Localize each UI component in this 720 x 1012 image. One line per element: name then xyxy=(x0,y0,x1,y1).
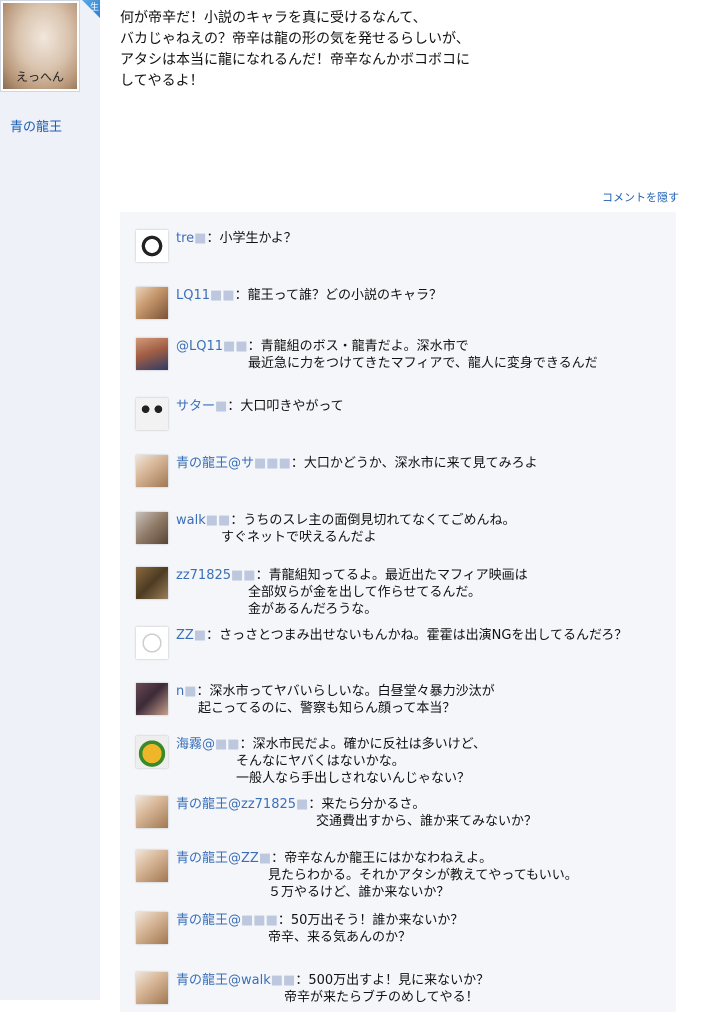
comment-line: ：龍王って誰？どの小説のキャラ？ xyxy=(234,288,442,303)
dragon-avatar[interactable] xyxy=(136,850,168,882)
comment-line: 帝辛が来たらブチのめしてやる！ xyxy=(284,990,479,1005)
commenter-name-link[interactable]: 青の龍王@ xyxy=(176,913,241,928)
dog-avatar[interactable] xyxy=(136,567,168,599)
redacted-name-mask: ■■ xyxy=(215,737,240,752)
post-body: 何が帝辛だ！小説のキャラを真に受けるなんて、 バカじゃねえの？帝辛は龍の形の気を… xyxy=(120,8,540,92)
comment-line: ：帝辛なんか龍王にはかなわねえよ。 xyxy=(271,851,493,866)
cat-avatar[interactable] xyxy=(136,287,168,319)
comment-text: 青の龍王@ZZ■：帝辛なんか龍王にはかなわねえよ。見たらわかる。それかアタシが教… xyxy=(176,850,578,901)
commenter-name-link[interactable]: @LQ11 xyxy=(176,339,223,354)
comment-line: ：深水市民だよ。確かに反社は多いけど、 xyxy=(239,737,486,752)
comment-line: 起こってるのに、警察も知らん顔って本当？ xyxy=(198,701,456,716)
commenter-name-link[interactable]: tre xyxy=(176,231,194,246)
redacted-name-mask: ■■ xyxy=(231,568,256,583)
redacted-name-mask: ■ xyxy=(193,628,207,643)
comment-line: ：来たら分かるさ。 xyxy=(308,797,426,812)
fruit-avatar[interactable] xyxy=(136,736,168,768)
poster-name-link[interactable]: 青の龍王 xyxy=(10,116,62,135)
swirl-avatar[interactable] xyxy=(136,627,168,659)
redacted-name-mask: ■■ xyxy=(223,339,248,354)
redacted-name-mask: ■■ xyxy=(205,513,231,528)
dragon-avatar[interactable] xyxy=(136,912,168,944)
comment-text: サター■：大口叩きやがって xyxy=(176,398,344,415)
commenter-name-link[interactable]: 海霧@ xyxy=(176,737,215,752)
comment-line: ：50万出そう！誰か来ないか？ xyxy=(277,913,464,928)
comment-text: tre■：小学生かよ？ xyxy=(176,230,297,247)
post-line: 何が帝辛だ！小説のキャラを真に受けるなんて、 xyxy=(120,10,427,26)
poster-sidebar: えっへん 生 青の龍王 xyxy=(0,0,100,1000)
commenter-name-link[interactable]: サター xyxy=(176,399,215,414)
comment-text: 青の龍王@walk■■：500万出すよ！見に来ないか？ 帝辛が来たらブチのめしてや… xyxy=(176,972,489,1006)
redacted-name-mask: ■ xyxy=(215,399,228,414)
commenter-name-link[interactable]: 青の龍王@walk xyxy=(176,973,271,988)
comment-text: n■：深水市ってヤバいらしいな。白昼堂々暴力沙汰が 起こってるのに、警察も知らん顔… xyxy=(176,683,495,717)
redacted-name-mask: ■ xyxy=(184,684,197,699)
redacted-name-mask: ■■■ xyxy=(254,456,291,471)
commenter-name-link[interactable]: 青の龍王@zz71825 xyxy=(176,797,296,812)
comment-text: 青の龍王@zz71825■：来たら分かるさ。交通費出すから、誰か来てみないか？ xyxy=(176,796,537,830)
comment-line: 一般人なら手出しされないんじゃない？ xyxy=(236,771,471,786)
post-line: してやるよ！ xyxy=(120,73,204,89)
comment-text: zz71825■■：青龍組知ってるよ。最近出たマフィア映画は全部奴らが金を出して… xyxy=(176,567,528,618)
redacted-name-mask: ■■■ xyxy=(241,913,278,928)
comment-line: ：500万出すよ！見に来ないか？ xyxy=(295,973,490,988)
panda-avatar[interactable] xyxy=(136,230,168,262)
dragon-avatar[interactable] xyxy=(136,796,168,828)
comment-line: 最近急に力をつけてきたマフィアで、龍人に変身できるんだ xyxy=(248,356,598,371)
comment-line: ：青龍組のボス・龍青だよ。深水市で xyxy=(247,339,469,354)
comment-text: 海霧@■■：深水市民だよ。確かに反社は多いけど、 そんなにヤバくはないかな。一般人… xyxy=(176,736,486,787)
comment-line: そんなにヤバくはないかな。 xyxy=(236,754,405,769)
panda-avatar[interactable] xyxy=(136,398,168,430)
commenter-name-link[interactable]: n xyxy=(176,684,184,699)
comment-text: 青の龍王@■■■：50万出そう！誰か来ないか？ 帝辛、来る気あんのか？ xyxy=(176,912,463,946)
comment-text: walk■■：うちのスレ主の面倒見切れてなくてごめんね。すぐネットで吠えるんだよ xyxy=(176,512,516,546)
comment-line: 帝辛、来る気あんのか？ xyxy=(268,930,412,945)
commenter-name-link[interactable]: 青の龍王@サ xyxy=(176,456,254,471)
comment-line: 金があるんだろうな。 xyxy=(248,602,378,617)
man-avatar[interactable] xyxy=(136,338,168,370)
comment-line: ：大口叩きやがって xyxy=(227,399,344,414)
comment-text: @LQ11■■：青龍組のボス・龍青だよ。深水市で最近急に力をつけてきたマフィアで… xyxy=(176,338,598,372)
commenter-name-link[interactable]: LQ11 xyxy=(176,288,210,303)
comment-line: 交通費出すから、誰か来てみないか？ xyxy=(316,814,538,829)
dragon-avatar[interactable] xyxy=(136,972,168,1004)
corner-tag: 生 xyxy=(82,0,100,18)
comment-line: ：大口かどうか、深水市に来て見てみろよ xyxy=(290,456,538,471)
redacted-name-mask: ■ xyxy=(296,797,309,812)
commenter-name-link[interactable]: walk xyxy=(176,513,206,528)
comment-line: ：青龍組知ってるよ。最近出たマフィア映画は xyxy=(255,568,528,583)
comment-text: ZZ■：さっさとつまみ出せないもんかね。霍霍は出演NGを出してるんだろ？ xyxy=(176,627,627,644)
redacted-name-mask: ■■ xyxy=(210,288,235,303)
comment-text: 青の龍王@サ■■■：大口かどうか、深水市に来て見てみろよ xyxy=(176,455,538,472)
girl-avatar[interactable] xyxy=(136,683,168,715)
comment-line: ５万やるけど、誰か来ないか？ xyxy=(268,885,450,900)
comment-line: ：うちのスレ主の面倒見切れてなくてごめんね。 xyxy=(230,513,516,528)
avatar-caption: えっへん xyxy=(15,70,64,84)
redacted-name-mask: ■ xyxy=(194,231,207,246)
comment-text: LQ11■■：龍王って誰？どの小説のキャラ？ xyxy=(176,287,442,304)
cat-avatar[interactable] xyxy=(136,512,168,544)
poster-avatar[interactable]: えっへん xyxy=(0,0,80,92)
hide-comments-link[interactable]: コメントを隠す xyxy=(602,189,679,205)
post-line: バカじゃねえの？帝辛は龍の形の気を発せるらしいが、 xyxy=(120,31,470,47)
comment-line: ：さっさとつまみ出せないもんかね。霍霍は出演NGを出してるんだろ？ xyxy=(206,628,628,643)
commenter-name-link[interactable]: ZZ xyxy=(176,628,194,643)
comment-line: 見たらわかる。それかアタシが教えてやってもいい。 xyxy=(268,868,578,883)
commenter-name-link[interactable]: zz71825 xyxy=(176,568,231,583)
post-line: アタシは本当に龍になれるんだ！帝辛なんかボコボコに xyxy=(120,52,470,68)
redacted-name-mask: ■■ xyxy=(270,973,296,988)
comment-line: すぐネットで吠えるんだよ xyxy=(221,530,377,545)
dragon-avatar[interactable] xyxy=(136,455,168,487)
commenter-name-link[interactable]: 青の龍王@ZZ xyxy=(176,851,259,866)
comment-line: ：小学生かよ？ xyxy=(206,231,297,246)
corner-tag-label: 生 xyxy=(89,3,99,13)
comment-line: ：深水市ってヤバいらしいな。白昼堂々暴力沙汰が xyxy=(196,684,495,699)
redacted-name-mask: ■ xyxy=(258,851,272,866)
comment-line: 全部奴らが金を出して作らせてるんだ。 xyxy=(248,585,481,600)
